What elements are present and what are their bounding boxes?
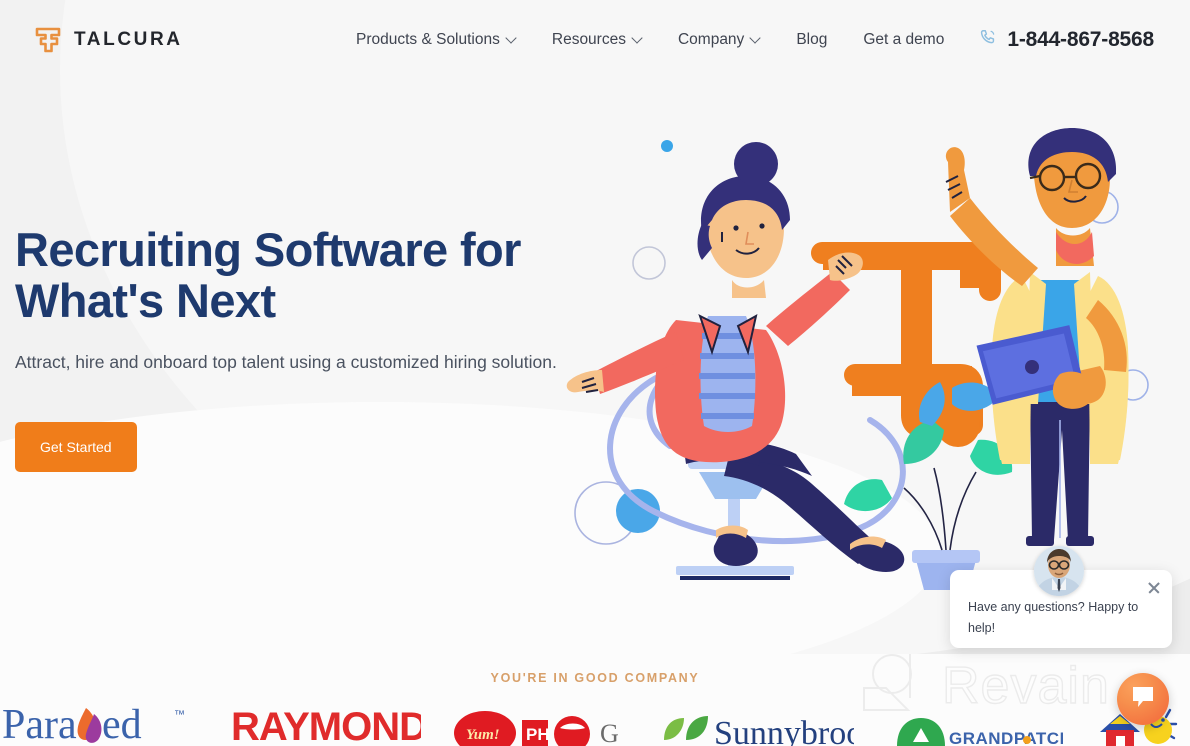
social-proof-eyebrow: YOU'RE IN GOOD COMPANY	[490, 671, 700, 685]
svg-text:G: G	[600, 719, 619, 746]
svg-text:Para: Para	[2, 702, 77, 746]
brand-name: TALCURA	[74, 29, 183, 50]
brand-logo[interactable]: TALCURA	[33, 25, 183, 55]
chat-bubble-icon	[1129, 683, 1157, 716]
page-root: TALCURA Products & Solutions Resources C…	[0, 0, 1190, 746]
phone-link[interactable]: 1-844-867-8568	[978, 28, 1154, 52]
hero-illustration	[560, 120, 1190, 590]
chevron-down-icon	[633, 34, 642, 43]
svg-text:™: ™	[174, 709, 185, 721]
svg-text:Yum!: Yum!	[466, 727, 500, 743]
site-header: TALCURA Products & Solutions Resources C…	[0, 0, 1190, 80]
client-logo-strip: Para ed ™ RAYMOND Yum! PH G Sunnybro GRA…	[0, 700, 1190, 746]
nav-label: Blog	[796, 31, 828, 48]
svg-text:ed: ed	[102, 702, 142, 746]
chevron-down-icon	[751, 34, 760, 43]
client-logo-sunnybrook: Sunnybrook	[658, 700, 854, 746]
nav-item-products-solutions[interactable]: Products & Solutions	[338, 23, 534, 57]
chat-message: Have any questions? Happy to help!	[968, 600, 1139, 635]
svg-text:GRANDPATCH: GRANDPATCH	[949, 729, 1063, 746]
get-started-button[interactable]: Get Started	[15, 422, 137, 472]
phone-icon	[978, 28, 997, 52]
nav-item-resources[interactable]: Resources	[534, 23, 660, 57]
client-logo-grandpatch: GRANDPATCH	[887, 700, 1063, 746]
hero-title-line-1: Recruiting Software for	[15, 223, 521, 276]
svg-text:Sunnybrook: Sunnybrook	[714, 715, 854, 746]
page-title: Recruiting Software for What's Next	[15, 224, 575, 326]
hero-section: Recruiting Software for What's Next Attr…	[15, 224, 575, 472]
client-logo-paramed: Para ed ™	[2, 700, 198, 746]
talcura-t-mark-icon	[33, 25, 63, 55]
client-logo-yum-brands-group: Yum! PH G	[454, 700, 624, 746]
hero-subtitle: Attract, hire and onboard top talent usi…	[15, 352, 557, 372]
close-icon[interactable]	[1145, 579, 1163, 597]
svg-text:PH: PH	[526, 725, 550, 744]
phone-number: 1-844-867-8568	[1007, 28, 1154, 51]
avatar	[1034, 546, 1084, 596]
hero-title-line-2: What's Next	[15, 274, 276, 327]
nav-label: Products & Solutions	[355, 31, 500, 48]
chevron-down-icon	[507, 34, 516, 43]
nav-label: Get a demo	[863, 31, 945, 48]
svg-text:RAYMOND: RAYMOND	[231, 705, 421, 746]
chat-bubble-button[interactable]	[1117, 673, 1169, 725]
nav-item-blog[interactable]: Blog	[778, 23, 845, 57]
nav-label: Company	[677, 31, 745, 48]
nav-item-company[interactable]: Company	[660, 23, 778, 57]
client-logo-raymond: RAYMOND	[231, 700, 421, 746]
main-nav: Products & Solutions Resources Company B…	[338, 23, 1154, 57]
nav-label: Resources	[551, 31, 626, 48]
nav-item-get-a-demo[interactable]: Get a demo	[845, 23, 962, 57]
